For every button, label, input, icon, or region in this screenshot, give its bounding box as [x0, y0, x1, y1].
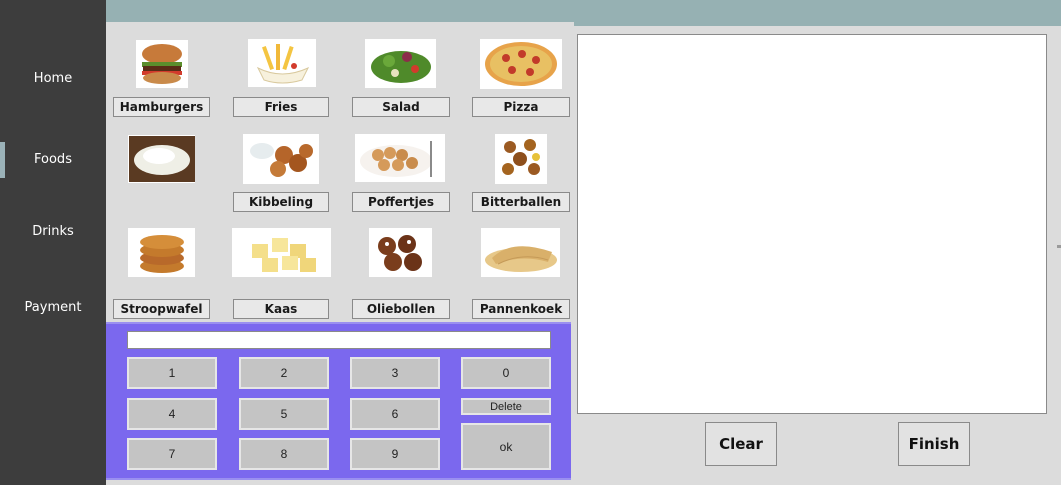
delete-button[interactable]: Delete [461, 398, 551, 415]
order-list[interactable] [577, 34, 1047, 414]
kaas-image[interactable] [232, 228, 331, 277]
keypad-bottom-border [106, 478, 571, 480]
clear-button[interactable]: Clear [705, 422, 777, 466]
poffertjes-image[interactable] [355, 134, 445, 182]
bitterballen-button[interactable]: Bitterballen [472, 192, 570, 212]
key-1[interactable]: 1 [127, 357, 217, 389]
bitterballen-image[interactable] [495, 134, 547, 184]
fries-image[interactable] [248, 39, 316, 87]
numeric-keypad: 1 2 3 0 4 5 6 Delete 7 8 9 ok [106, 322, 571, 480]
kibbeling-image[interactable] [243, 134, 319, 184]
key-6[interactable]: 6 [350, 398, 440, 430]
salad-button[interactable]: Salad [352, 97, 450, 117]
pizza-button[interactable]: Pizza [472, 97, 570, 117]
key-8[interactable]: 8 [239, 438, 329, 470]
fries-button[interactable]: Fries [233, 97, 329, 117]
pizza-image[interactable] [480, 39, 562, 89]
sidebar-item-drinks[interactable]: Drinks [0, 224, 106, 239]
ok-button[interactable]: ok [461, 423, 551, 470]
scroll-marker [1057, 245, 1061, 248]
key-5[interactable]: 5 [239, 398, 329, 430]
sidebar-item-foods[interactable]: Foods [0, 152, 106, 167]
poffertjes-button[interactable]: Poffertjes [352, 192, 450, 212]
top-bar [106, 0, 1061, 22]
pannenkoek-button[interactable]: Pannenkoek [472, 299, 570, 319]
key-4[interactable]: 4 [127, 398, 217, 430]
key-7[interactable]: 7 [127, 438, 217, 470]
top-bar-extension [574, 22, 1061, 26]
sidebar-item-home[interactable]: Home [0, 71, 106, 86]
rice-image[interactable] [128, 135, 195, 183]
quantity-display[interactable] [127, 331, 551, 349]
oliebollen-image[interactable] [369, 228, 432, 277]
finish-button[interactable]: Finish [898, 422, 970, 466]
kibbeling-button[interactable]: Kibbeling [233, 192, 329, 212]
stroopwafel-image[interactable] [128, 228, 195, 277]
key-9[interactable]: 9 [350, 438, 440, 470]
oliebollen-button[interactable]: Oliebollen [352, 299, 450, 319]
salad-image[interactable] [365, 39, 436, 88]
key-2[interactable]: 2 [239, 357, 329, 389]
kaas-button[interactable]: Kaas [233, 299, 329, 319]
key-0[interactable]: 0 [461, 357, 551, 389]
pannenkoek-image[interactable] [481, 228, 560, 277]
sidebar: Home Foods Drinks Payment [0, 0, 106, 485]
stroopwafel-button[interactable]: Stroopwafel [113, 299, 210, 319]
key-3[interactable]: 3 [350, 357, 440, 389]
hamburger-image[interactable] [136, 40, 188, 88]
sidebar-item-payment[interactable]: Payment [0, 300, 106, 315]
hamburgers-button[interactable]: Hamburgers [113, 97, 210, 117]
